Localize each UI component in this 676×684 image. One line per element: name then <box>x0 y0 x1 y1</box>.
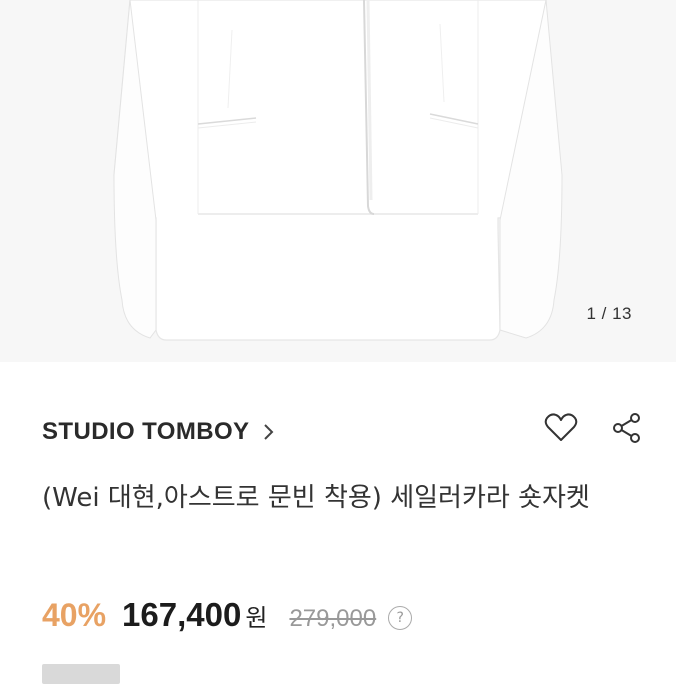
share-icon[interactable] <box>612 412 642 444</box>
heart-icon[interactable] <box>544 413 578 443</box>
product-actions <box>544 412 642 444</box>
product-title: (Wei 대현,아스트로 문빈 착용) 세일러카라 숏자켓 <box>42 483 590 513</box>
price-row: 40% 167,400 원 279,000 ? <box>42 596 413 640</box>
sale-price: 167,400 <box>122 596 242 633</box>
product-image-gallery[interactable]: 1 / 13 <box>0 0 676 362</box>
brand-link[interactable]: STUDIO TOMBOY <box>42 418 275 446</box>
original-price: 279,000 <box>289 605 377 632</box>
brand-row: STUDIO TOMBOY <box>42 412 642 452</box>
image-counter: 1 / 13 <box>586 304 632 323</box>
product-tag <box>42 664 120 684</box>
brand-name: STUDIO TOMBOY <box>42 418 250 445</box>
discount-rate: 40% <box>42 597 107 633</box>
currency-unit: 원 <box>245 604 268 632</box>
question-icon[interactable]: ? <box>388 606 413 630</box>
chevron-right-icon <box>263 422 275 442</box>
jacket-image <box>0 0 676 362</box>
